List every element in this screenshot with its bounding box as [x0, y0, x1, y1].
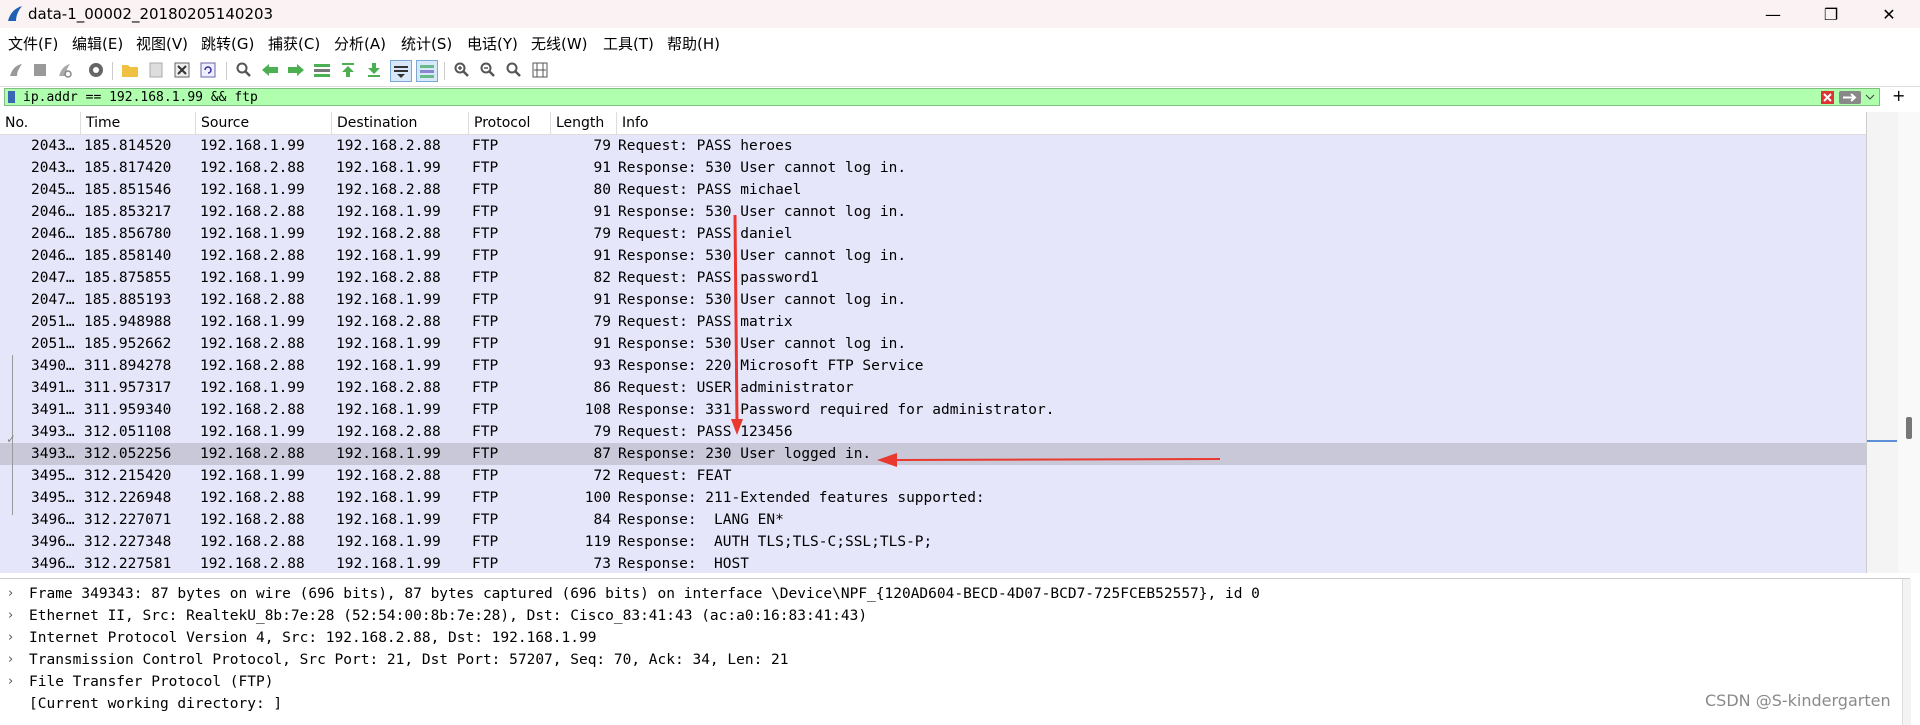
- go-back-icon[interactable]: [260, 60, 280, 80]
- stop-capture-icon[interactable]: [30, 60, 50, 80]
- annotation-left-arrow: [894, 458, 1221, 461]
- packet-details-pane: › Frame 349343: 87 bytes on wire (696 bit…: [0, 578, 1911, 725]
- packet-list-scrollbar[interactable]: [1898, 112, 1920, 573]
- title-bar: data-1_00002_20180205140203 — ❐ ✕: [0, 0, 1920, 28]
- menu-go[interactable]: 跳转(G): [201, 33, 254, 54]
- column-info[interactable]: Info: [617, 112, 1866, 134]
- display-filter-input[interactable]: ip.addr == 192.168.1.99 && ftp: [4, 88, 1880, 106]
- column-no[interactable]: No.: [0, 112, 81, 134]
- bookmark-icon[interactable]: [8, 91, 15, 103]
- packet-list-header: No. Time Source Destination Protocol Len…: [0, 112, 1866, 135]
- menu-help[interactable]: 帮助(H): [667, 33, 720, 54]
- column-time[interactable]: Time: [81, 112, 196, 134]
- toolbar-separator: [226, 62, 227, 80]
- clear-filter-icon[interactable]: [1821, 91, 1834, 104]
- menu-view[interactable]: 视图(V): [136, 33, 188, 54]
- chevron-right-icon[interactable]: ›: [8, 649, 13, 671]
- zoom-out-icon[interactable]: [478, 60, 498, 80]
- detail-tree-item[interactable]: [Current working directory: ]: [0, 693, 1890, 715]
- packet-list: 3496… 312.227581 192.168.2.88 192.168.1.99 F…: [0, 135, 1866, 573]
- packet-list-minimap[interactable]: [1866, 112, 1899, 573]
- menu-wireless[interactable]: 无线(W): [531, 33, 588, 54]
- minimize-button[interactable]: —: [1744, 0, 1802, 28]
- annotation-layer: [731, 214, 1221, 467]
- window-title: data-1_00002_20180205140203: [28, 5, 274, 23]
- chevron-down-icon[interactable]: [1865, 93, 1875, 101]
- watermark: CSDN @S-kindergarten: [1705, 691, 1891, 710]
- capture-options-icon[interactable]: [86, 60, 106, 80]
- detail-tree-label: Frame 349343: 87 bytes on wire (696 bits…: [29, 586, 1260, 602]
- save-file-icon[interactable]: [146, 60, 166, 80]
- menu-telephony[interactable]: 电话(Y): [467, 33, 518, 54]
- scrollbar-thumb[interactable]: [1906, 417, 1912, 439]
- open-file-icon[interactable]: [120, 60, 140, 80]
- chevron-right-icon[interactable]: ›: [8, 583, 13, 605]
- toolbar-separator: [112, 62, 113, 80]
- find-packet-icon[interactable]: [234, 60, 254, 80]
- resize-columns-icon[interactable]: [530, 60, 550, 80]
- annotation-down-arrow: [733, 214, 739, 423]
- add-filter-button[interactable]: +: [1892, 86, 1905, 105]
- display-filter-bar: ip.addr == 192.168.1.99 && ftp +: [0, 86, 1920, 107]
- detail-tree-label: File Transfer Protocol (FTP): [29, 674, 274, 690]
- reload-file-icon[interactable]: [198, 60, 218, 80]
- menu-statistics[interactable]: 统计(S): [401, 33, 452, 54]
- zoom-in-icon[interactable]: [452, 60, 472, 80]
- start-capture-icon[interactable]: [6, 60, 26, 80]
- menu-file[interactable]: 文件(F): [8, 33, 58, 54]
- detail-tree-item[interactable]: › Transmission Control Protocol, Src Port…: [0, 649, 1890, 671]
- colorize-icon[interactable]: [416, 60, 438, 82]
- chevron-right-icon[interactable]: ›: [8, 627, 13, 649]
- chevron-right-icon[interactable]: ›: [8, 671, 13, 693]
- wireshark-fin-icon: [8, 6, 22, 21]
- menu-edit[interactable]: 编辑(E): [72, 33, 123, 54]
- maximize-button[interactable]: ❐: [1802, 0, 1860, 28]
- restart-capture-icon[interactable]: [54, 60, 74, 80]
- detail-tree-label: Internet Protocol Version 4, Src: 192.16…: [29, 630, 597, 646]
- normal-size-icon[interactable]: [504, 60, 524, 80]
- column-protocol[interactable]: Protocol: [469, 112, 551, 134]
- close-button[interactable]: ✕: [1860, 0, 1918, 28]
- apply-filter-icon[interactable]: [1839, 91, 1861, 104]
- menu-tools[interactable]: 工具(T): [603, 33, 654, 54]
- go-last-packet-icon[interactable]: [364, 60, 384, 80]
- column-source[interactable]: Source: [196, 112, 332, 134]
- column-length[interactable]: Length: [551, 112, 617, 134]
- display-filter-value: ip.addr == 192.168.1.99 && ftp: [23, 90, 258, 105]
- column-destination[interactable]: Destination: [332, 112, 469, 134]
- annotation-left-arrowhead: [877, 453, 897, 467]
- menu-analyze[interactable]: 分析(A): [334, 33, 386, 54]
- toolbar-separator: [444, 62, 445, 80]
- detail-tree-item[interactable]: › Ethernet II, Src: RealtekU_8b:7e:28 (52…: [0, 605, 1890, 627]
- detail-tree-item[interactable]: › Frame 349343: 87 bytes on wire (696 bit…: [0, 583, 1890, 605]
- auto-scroll-icon[interactable]: [390, 60, 412, 82]
- detail-tree-label: Transmission Control Protocol, Src Port:…: [29, 652, 789, 668]
- minimap-position-marker: [1867, 440, 1897, 442]
- menu-capture[interactable]: 捕获(C): [268, 33, 320, 54]
- annotation-down-arrowhead: [731, 419, 743, 435]
- menu-bar: 文件(F) 编辑(E) 视图(V) 跳转(G) 捕获(C) 分析(A) 统计(S…: [0, 28, 1920, 56]
- details-scrollbar[interactable]: [1902, 579, 1911, 725]
- go-first-packet-icon[interactable]: [338, 60, 358, 80]
- detail-tree-label: Ethernet II, Src: RealtekU_8b:7e:28 (52:…: [29, 608, 868, 624]
- detail-tree-item[interactable]: › File Transfer Protocol (FTP): [0, 671, 1890, 693]
- go-to-packet-icon[interactable]: [312, 60, 332, 80]
- detail-tree-item[interactable]: › Internet Protocol Version 4, Src: 192.1…: [0, 627, 1890, 649]
- go-forward-icon[interactable]: [286, 60, 306, 80]
- detail-tree-label: [Current working directory: ]: [29, 696, 283, 712]
- chevron-right-icon[interactable]: ›: [8, 605, 13, 627]
- close-file-icon[interactable]: [172, 60, 192, 80]
- main-toolbar: [0, 56, 1920, 87]
